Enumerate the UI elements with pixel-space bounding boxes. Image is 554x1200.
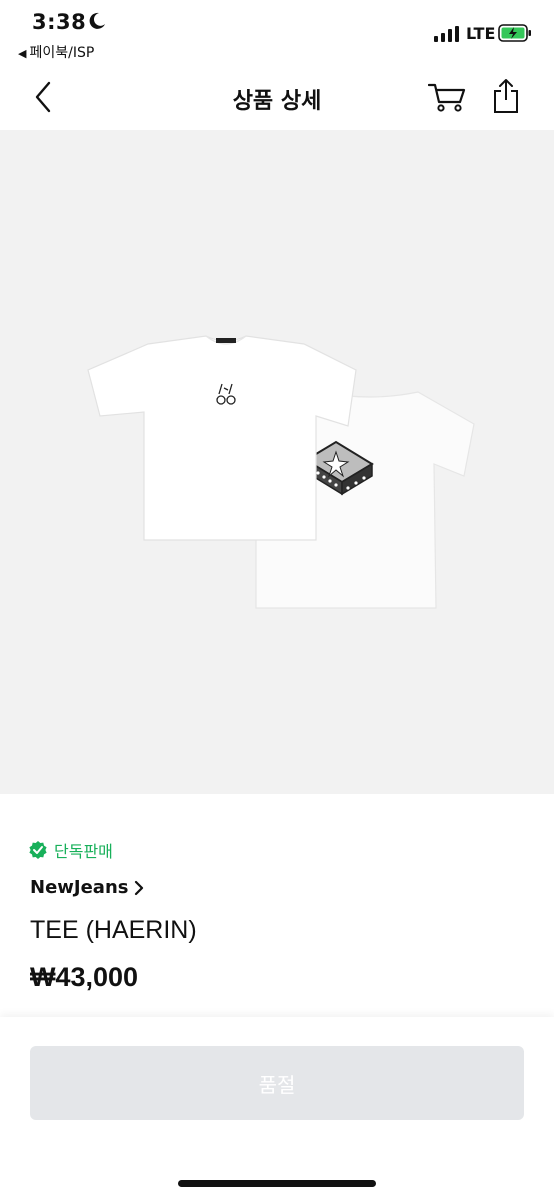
- page-title: 상품 상세: [232, 89, 322, 114]
- product-name: TEE (HAERIN): [30, 916, 197, 944]
- neck-label: [216, 338, 236, 343]
- tshirt-front: [87, 335, 357, 541]
- product-image[interactable]: [0, 130, 554, 794]
- nav-header: 상품 상세: [0, 64, 554, 130]
- sold-out-button[interactable]: 품절: [30, 1046, 524, 1120]
- brand-link[interactable]: NewJeans: [30, 877, 144, 898]
- home-indicator[interactable]: [178, 1180, 376, 1187]
- brand-name: NewJeans: [30, 877, 129, 898]
- signal-icon: [434, 26, 459, 42]
- battery-charging-icon: [498, 24, 531, 42]
- status-time: 3:38: [32, 10, 87, 34]
- network-type: LTE: [466, 24, 496, 43]
- product-price: ₩43,000: [30, 962, 139, 992]
- chevron-right-icon: [135, 880, 144, 895]
- tshirt-illustration: [87, 335, 475, 609]
- moon-icon: [89, 12, 105, 29]
- exclusive-label: 단독판매: [54, 842, 113, 861]
- back-to-app-link[interactable]: ◀ 페이북/ISP: [18, 42, 94, 62]
- share-icon[interactable]: [492, 78, 520, 114]
- cart-icon[interactable]: [428, 80, 466, 114]
- back-app-label: 페이북/ISP: [29, 45, 95, 61]
- verified-check-icon: [29, 841, 47, 859]
- status-bar: 3:38 ◀ 페이북/ISP LTE: [0, 0, 554, 64]
- exclusive-badge: 단독판매: [28, 838, 113, 862]
- bottom-action-bar: 품절: [0, 1017, 554, 1200]
- back-triangle-icon: ◀: [18, 47, 27, 60]
